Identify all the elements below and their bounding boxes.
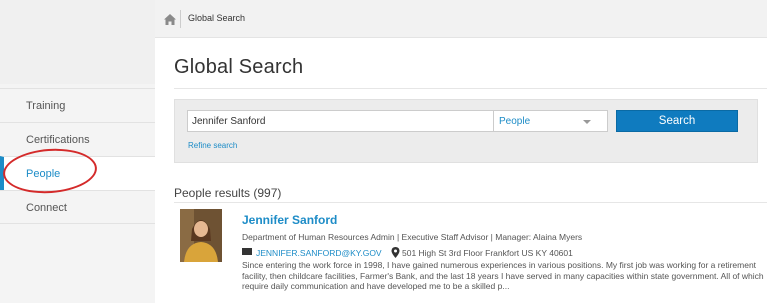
sidebar-item-label: Connect: [26, 202, 67, 214]
search-panel: Jennifer Sanford People Search Refine se…: [174, 99, 758, 163]
sidebar-item-connect[interactable]: Connect: [0, 190, 155, 224]
breadcrumb-current: Global Search: [188, 13, 246, 23]
search-scope-select[interactable]: People: [494, 110, 608, 132]
results-heading: People results (997): [174, 186, 282, 200]
avatar[interactable]: [180, 209, 222, 262]
breadcrumb-separator: [180, 10, 181, 28]
breadcrumb: Global Search: [155, 0, 767, 38]
chevron-down-icon: [583, 120, 591, 124]
result-address: 501 High St 3rd Floor Frankfort US KY 40…: [401, 247, 573, 258]
sidebar-item-label: Training: [26, 100, 66, 112]
sidebar-header-area: [0, 0, 155, 84]
search-scope-value: People: [499, 116, 531, 127]
result-email-link[interactable]: JENNIFER.SANFORD@KY.GOV: [256, 248, 382, 258]
mail-icon: [242, 248, 252, 256]
location-pin-icon: [391, 247, 400, 259]
result-bio: Since entering the work force in 1998, I…: [242, 260, 764, 291]
sidebar-item-training[interactable]: Training: [0, 88, 155, 122]
home-icon[interactable]: [164, 14, 176, 25]
main-content: Global Search Jennifer Sanford People Se…: [155, 38, 767, 303]
page-title: Global Search: [174, 56, 304, 78]
result-meta: Department of Human Resources Admin | Ex…: [242, 232, 583, 242]
divider: [174, 88, 767, 89]
search-button[interactable]: Search: [616, 110, 738, 132]
result-name-link[interactable]: Jennifer Sanford: [242, 213, 337, 227]
sidebar: Training Certifications People Connect: [0, 0, 155, 303]
sidebar-item-label: Certifications: [26, 134, 90, 146]
result-contact: JENNIFER.SANFORD@KY.GOV 501 High St 3rd …: [242, 247, 573, 259]
search-input[interactable]: Jennifer Sanford: [187, 110, 494, 132]
divider: [174, 202, 767, 203]
refine-search-link[interactable]: Refine search: [188, 141, 237, 150]
